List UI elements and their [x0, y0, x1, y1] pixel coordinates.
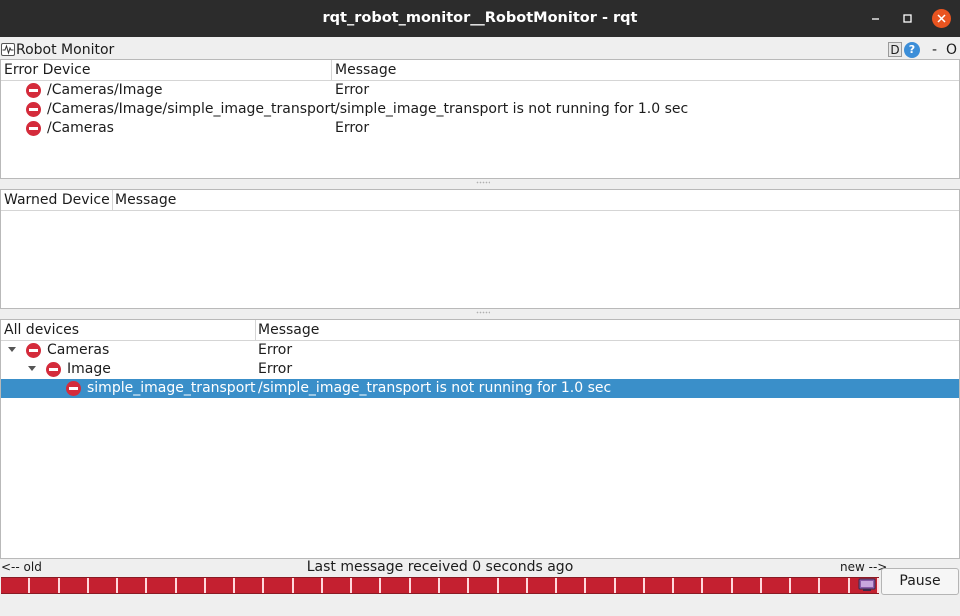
timeline-segment[interactable] — [469, 578, 499, 593]
timeline-segment[interactable] — [733, 578, 762, 593]
timeline-status: <-- old Last message received 0 seconds … — [0, 559, 960, 575]
expand-arrow-icon[interactable] — [28, 366, 36, 371]
error-row[interactable]: /Cameras/Image Error — [1, 81, 959, 100]
error-device-name: /Cameras/Image/simple_image_transport — [47, 101, 336, 117]
error-icon — [66, 381, 81, 396]
timeline-segment[interactable] — [352, 578, 382, 593]
tree-item-name: Image — [67, 361, 111, 377]
error-row[interactable]: /Cameras Error — [1, 119, 959, 138]
minimize-icon[interactable] — [866, 9, 885, 28]
plugin-header: Robot Monitor D ? - O — [0, 41, 960, 59]
close-icon[interactable] — [932, 9, 951, 28]
pause-button[interactable]: Pause — [881, 568, 959, 595]
error-icon — [26, 343, 41, 358]
dock-d-button[interactable]: D — [888, 42, 902, 57]
tree-row-cameras[interactable]: Cameras Error — [1, 341, 959, 360]
timeline-segment[interactable] — [703, 578, 733, 593]
error-device-name: /Cameras — [47, 120, 114, 136]
plugin-title: Robot Monitor — [16, 42, 115, 58]
column-header-message[interactable]: Message — [332, 60, 396, 80]
timeline-segment[interactable] — [645, 578, 675, 593]
timeline-segment[interactable] — [60, 578, 89, 593]
timeline-segment[interactable] — [674, 578, 704, 593]
timeline-segment[interactable] — [118, 578, 148, 593]
all-devices-panel[interactable]: All devices Message Cameras Error Image … — [0, 319, 960, 559]
monitor-pulse-icon — [1, 43, 15, 56]
tree-item-message: Error — [258, 361, 293, 377]
expand-arrow-icon[interactable] — [8, 347, 16, 352]
error-message: Error — [335, 82, 370, 98]
timeline-segment[interactable] — [1, 578, 31, 593]
error-icon — [26, 121, 41, 136]
error-message: /simple_image_transport is not running f… — [335, 101, 689, 117]
timeline-segment[interactable] — [762, 578, 792, 593]
timeline-segment[interactable] — [235, 578, 265, 593]
timeline-segment[interactable] — [294, 578, 323, 593]
timeline-segment[interactable] — [206, 578, 236, 593]
timeline-segment[interactable] — [177, 578, 206, 593]
timeline-segment[interactable] — [381, 578, 411, 593]
window-titlebar: rqt_robot_monitor__RobotMonitor - rqt — [0, 0, 960, 37]
column-header-message[interactable]: Message — [255, 320, 319, 340]
tree-item-message: /simple_image_transport is not running f… — [258, 380, 612, 396]
tree-row-image[interactable]: Image Error — [1, 360, 959, 379]
timeline-segment[interactable] — [323, 578, 353, 593]
last-message-status: Last message received 0 seconds ago — [306, 559, 574, 575]
tree-item-name: Cameras — [47, 342, 110, 358]
column-header-error-device[interactable]: Error Device — [1, 60, 90, 80]
timeline-segment[interactable] — [499, 578, 528, 593]
panel-splitter-handle[interactable] — [476, 181, 490, 184]
column-header-warned-device[interactable]: Warned Device — [1, 190, 110, 210]
error-device-name: /Cameras/Image — [47, 82, 163, 98]
monitor-icon — [858, 578, 876, 591]
timeline-segment[interactable] — [147, 578, 177, 593]
window-title: rqt_robot_monitor__RobotMonitor - rqt — [322, 10, 638, 26]
help-icon[interactable]: ? — [904, 42, 920, 58]
timeline-segment[interactable] — [820, 578, 850, 593]
panel-splitter-handle[interactable] — [476, 311, 490, 314]
timeline-segment[interactable] — [411, 578, 440, 593]
error-table-header: Error Device Message — [1, 60, 959, 81]
maximize-icon[interactable] — [898, 9, 917, 28]
column-header-message[interactable]: Message — [112, 190, 176, 210]
error-icon — [26, 83, 41, 98]
minimize-plugin-button[interactable]: - — [932, 41, 937, 59]
tree-row-simple-image-transport[interactable]: simple_image_transport /simple_image_tra… — [1, 379, 959, 398]
timeline-segment[interactable] — [528, 578, 558, 593]
float-plugin-button[interactable]: O — [946, 41, 957, 59]
warned-device-panel[interactable]: Warned Device Message — [0, 189, 960, 309]
error-message: Error — [335, 120, 370, 136]
all-devices-table-header: All devices Message — [1, 320, 959, 341]
timeline-segment[interactable] — [264, 578, 294, 593]
timeline-segment[interactable] — [440, 578, 470, 593]
timeline-segment[interactable] — [616, 578, 645, 593]
tree-item-message: Error — [258, 342, 293, 358]
timeline-segment[interactable] — [586, 578, 616, 593]
timeline-bar[interactable] — [1, 577, 879, 594]
timeline-segment[interactable] — [89, 578, 119, 593]
column-header-all-devices[interactable]: All devices — [1, 320, 79, 340]
error-device-panel[interactable]: Error Device Message /Cameras/Image Erro… — [0, 59, 960, 179]
tree-item-name: simple_image_transport — [87, 380, 256, 396]
timeline-segment[interactable] — [557, 578, 587, 593]
warned-table-header: Warned Device Message — [1, 190, 959, 211]
error-icon — [46, 362, 61, 377]
timeline-segment[interactable] — [791, 578, 821, 593]
timeline-segment[interactable] — [30, 578, 60, 593]
error-icon — [26, 102, 41, 117]
error-row[interactable]: /Cameras/Image/simple_image_transport /s… — [1, 100, 959, 119]
